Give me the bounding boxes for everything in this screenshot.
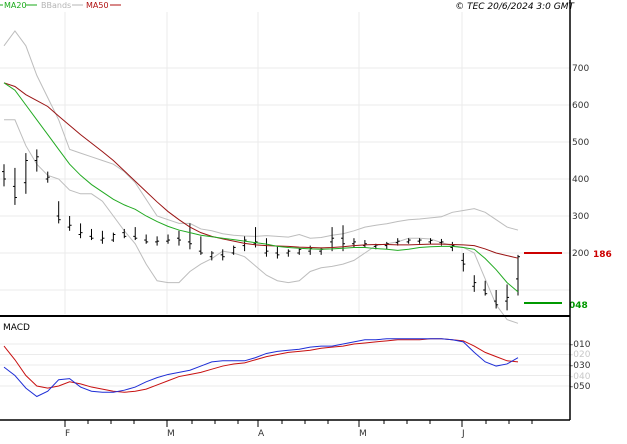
price-y-tick-300: 300: [572, 212, 589, 222]
x-label-jun: J: [461, 429, 465, 439]
x-label-may: M: [359, 429, 367, 439]
macd-y-tick-010: -010: [570, 340, 591, 350]
price-y-tick-200: 200: [572, 249, 589, 259]
x-label-mar: M: [167, 429, 175, 439]
ma20-value-label: 048: [569, 301, 588, 311]
price-y-tick-700: 700: [572, 64, 589, 74]
ma50-value-label: 186: [593, 250, 612, 260]
legend-label-ma50: MA50: [86, 1, 109, 10]
macd-y-tick-040: -040: [570, 372, 591, 382]
macd-y-tick-020: -020: [570, 350, 591, 360]
source-timestamp: © TEC 20/6/2024 3:0 GMT: [455, 2, 575, 12]
legend-label-ma20: MA20: [4, 1, 27, 10]
chart-background: [0, 0, 627, 440]
price-y-tick-400: 400: [572, 175, 589, 185]
price-y-tick-600: 600: [572, 101, 589, 111]
legend: MA20 BBands MA50: [0, 1, 121, 10]
macd-y-tick-labels: -010 -020 -030 -040 -050: [570, 340, 591, 392]
legend-label-bbands: BBands: [41, 1, 71, 10]
macd-title: MACD: [3, 323, 30, 333]
stock-chart: MA20 BBands MA50 © TEC 20/6/2024 3:0 GMT…: [0, 0, 627, 440]
x-label-apr: A: [258, 429, 265, 439]
x-label-feb: F: [65, 429, 70, 439]
macd-y-tick-030: -030: [570, 361, 591, 371]
price-y-tick-500: 500: [572, 138, 589, 148]
macd-y-tick-050: -050: [570, 382, 591, 392]
